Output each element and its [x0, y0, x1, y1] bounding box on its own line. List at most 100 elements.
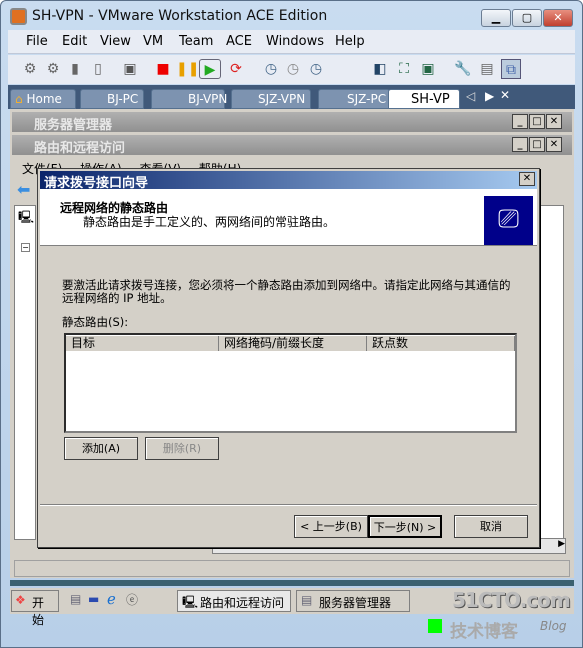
task-rras[interactable]: 🖳 路由和远程访问: [177, 590, 291, 612]
rras-icon: 🖳: [182, 595, 199, 609]
tab-label: SJZ-PC: [347, 92, 387, 106]
tab-label: SJZ-VPN: [258, 92, 306, 106]
tab-sjz-pc[interactable]: SJZ-PC: [318, 89, 390, 109]
menu-edit[interactable]: Edit: [62, 34, 87, 49]
collapse-icon[interactable]: −: [21, 243, 30, 252]
maximize-button[interactable]: □: [529, 114, 545, 129]
column-destination[interactable]: 目标: [66, 336, 219, 351]
tab-bj-pc[interactable]: BJ-PC: [80, 89, 144, 109]
sidebar-view-icon[interactable]: ◧: [370, 59, 390, 79]
revert-snapshot-icon[interactable]: ◷: [283, 59, 303, 79]
window-title: 服务器管理器: [34, 118, 113, 133]
scroll-right-icon[interactable]: ▶: [558, 539, 565, 549]
demand-dial-wizard-dialog: 请求拨号接口向导 ✕ 远程网络的静态路由 静态路由是手工定义的、两网络间的常驻路…: [37, 168, 540, 548]
home-icon: ⌂: [15, 92, 23, 106]
minimize-button[interactable]: _: [512, 137, 528, 152]
tab-scroll-right-icon[interactable]: ▶: [485, 89, 494, 103]
tab-label: BJ-PC: [107, 92, 139, 106]
settings-icon[interactable]: 🔧: [453, 59, 473, 79]
dialog-close-button[interactable]: ✕: [519, 172, 535, 186]
column-metric[interactable]: 跃点数: [367, 336, 515, 351]
back-button[interactable]: < 上一步(B): [294, 515, 368, 538]
divider: [10, 580, 574, 586]
console-view-icon[interactable]: ⧉: [501, 59, 521, 79]
vm-tab-bar: ⌂ Home BJ-PC BJ-VPN SJZ-VPN SJZ-PC SH-VP…: [8, 85, 575, 109]
menu-team[interactable]: Team: [179, 34, 213, 49]
play-icon[interactable]: ▶: [199, 59, 221, 79]
fullscreen-icon[interactable]: ⛶: [394, 59, 414, 79]
desktop-icon[interactable]: ▬: [88, 592, 99, 606]
wizard-description: 要激活此请求拨号连接，您必须将一个静态路由添加到网络中。请指定此网络与其通信的远…: [62, 278, 511, 305]
static-routes-label: 静态路由(S):: [62, 315, 129, 329]
vm-device-status-icon: [428, 619, 442, 633]
stop-icon[interactable]: ■: [153, 59, 173, 79]
watermark-blog: Blog: [540, 619, 567, 633]
server-manager-quicklaunch-icon[interactable]: ▤: [70, 592, 81, 606]
server-manager-titlebar: 服务器管理器 _ □ ✕: [12, 112, 572, 133]
close-tab-icon[interactable]: ✕: [500, 88, 510, 102]
status-bar: [14, 560, 570, 577]
rras-titlebar: 路由和远程访问 _ □ ✕: [12, 135, 572, 156]
tab-scroll-left-icon[interactable]: ◁: [466, 89, 475, 103]
wizard-network-icon: ⎚: [484, 196, 533, 245]
quick-switch-icon[interactable]: ▣: [418, 59, 438, 79]
tab-label: SH-VP: [411, 92, 450, 107]
start-label: 开始: [32, 596, 45, 627]
take-snapshot-icon[interactable]: ◷: [261, 59, 281, 79]
task-server-manager[interactable]: ▤ 服务器管理器: [296, 590, 410, 612]
tab-sh-vpn[interactable]: SH-VP: [388, 89, 460, 109]
window-title: SH-VPN - VMware Workstation ACE Edition: [32, 8, 328, 24]
menu-view[interactable]: View: [100, 34, 131, 49]
menu-bar: File Edit View VM Team ACE Windows Help: [8, 30, 575, 54]
add-button[interactable]: 添加(A): [64, 437, 138, 460]
powershell-icon[interactable]: ⓔ: [126, 591, 138, 608]
pause-icon[interactable]: ❚❚: [176, 59, 199, 79]
divider: [40, 504, 537, 506]
vmware-logo-icon: [10, 8, 27, 25]
minimize-button[interactable]: _: [512, 114, 528, 129]
maximize-button[interactable]: ▢: [512, 9, 542, 27]
task-label: 服务器管理器: [319, 596, 392, 610]
console-icon[interactable]: ▣: [120, 59, 140, 79]
task-label: 路由和远程访问: [200, 596, 285, 610]
menu-vm[interactable]: VM: [143, 34, 163, 49]
menu-file[interactable]: File: [26, 34, 48, 49]
tab-label: BJ-VPN: [188, 92, 228, 106]
column-netmask[interactable]: 网络掩码/前缀长度: [219, 336, 367, 351]
device-icon[interactable]: ▮: [65, 59, 85, 79]
summary-icon[interactable]: ▤: [477, 59, 497, 79]
menu-windows[interactable]: Windows: [266, 34, 324, 49]
wizard-subheading: 静态路由是手工定义的、两网络间的常驻路由。: [83, 215, 336, 229]
static-routes-list[interactable]: 目标 网络掩码/前缀长度 跃点数: [64, 333, 517, 433]
tab-bj-vpn[interactable]: BJ-VPN: [151, 89, 228, 109]
windows-logo-icon: ❖: [15, 593, 26, 607]
minimize-button[interactable]: ▁: [481, 9, 511, 27]
window-title: 路由和远程访问: [34, 141, 126, 156]
back-arrow-icon[interactable]: ⬅: [17, 180, 30, 199]
wizard-header: 远程网络的静态路由 静态路由是手工定义的、两网络间的常驻路由。 ⎚: [40, 189, 537, 246]
menu-help[interactable]: Help: [335, 34, 365, 49]
revert-icon[interactable]: ⚙: [43, 59, 63, 79]
menu-ace[interactable]: ACE: [226, 34, 252, 49]
start-button[interactable]: ❖ 开始: [11, 590, 59, 627]
delete-button[interactable]: 删除(R): [145, 437, 219, 460]
rras-server-icon: 🖳: [18, 210, 35, 224]
close-button[interactable]: ✕: [546, 114, 562, 129]
watermark-site: 51CTO.com: [452, 588, 571, 612]
server-icon: ▤: [301, 593, 313, 607]
details-pane: [540, 205, 564, 540]
ie-icon[interactable]: ℯ: [107, 590, 116, 608]
dialog-titlebar: 请求拨号接口向导 ✕: [40, 171, 537, 191]
maximize-button[interactable]: □: [529, 137, 545, 152]
reset-icon[interactable]: ⟳: [226, 59, 246, 79]
tab-sjz-vpn[interactable]: SJZ-VPN: [231, 89, 311, 109]
close-button[interactable]: ✕: [543, 9, 573, 27]
toolbar: ⚙ ⚙ ▮ ▯ ▣ ■ ❚❚ ▶ ⟳ ◷ ◷ ◷ ◧ ⛶ ▣ 🔧 ▤ ⧉: [8, 55, 575, 84]
cancel-button[interactable]: 取消: [454, 515, 528, 538]
tab-home[interactable]: ⌂ Home: [10, 89, 76, 109]
usb-icon[interactable]: ▯: [88, 59, 108, 79]
snapshot-icon[interactable]: ⚙: [20, 59, 40, 79]
next-button[interactable]: 下一步(N) >: [368, 515, 442, 538]
snapshot-manager-icon[interactable]: ◷: [306, 59, 326, 79]
close-button[interactable]: ✕: [546, 137, 562, 152]
